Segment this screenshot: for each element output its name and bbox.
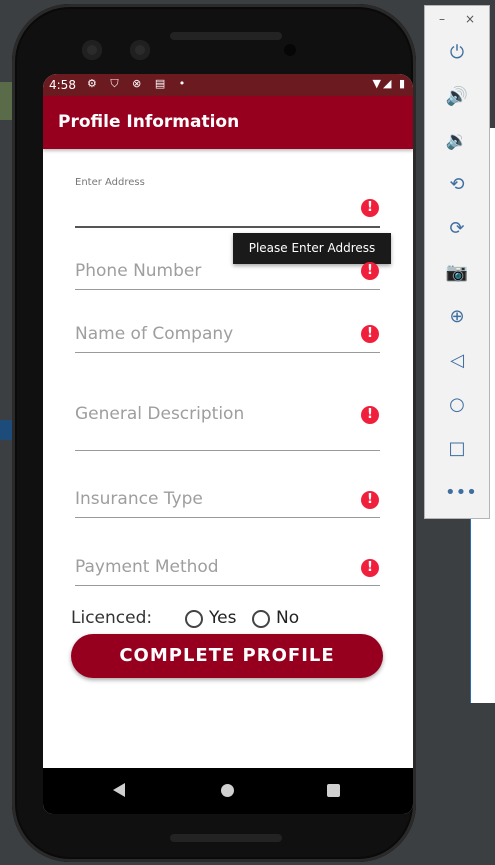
zoom-icon[interactable]: ⊕	[445, 305, 469, 329]
address-underline	[75, 226, 380, 228]
description-field[interactable]: General Description	[75, 404, 380, 452]
company-placeholder: Name of Company	[75, 324, 234, 344]
home-icon[interactable]: ○	[445, 393, 469, 417]
error-tooltip: Please Enter Address	[233, 233, 391, 264]
status-notification-icons: ⚙ ⛉ ⊗ ▤ •	[87, 77, 191, 90]
payment-underline	[75, 585, 380, 586]
radio-yes-label[interactable]: Yes	[209, 608, 236, 628]
company-field[interactable]: Name of Company	[75, 324, 380, 354]
insurance-underline	[75, 517, 380, 518]
bottom-speaker	[170, 834, 282, 842]
status-time: 4:58	[49, 78, 76, 92]
payment-field[interactable]: Payment Method	[75, 557, 380, 587]
rotate-right-icon[interactable]: ⟳	[445, 217, 469, 241]
payment-error-icon[interactable]: !	[361, 559, 379, 577]
phone-frame: 4:58 ⚙ ⛉ ⊗ ▤ • ▼◢ ▮ Profile Information …	[12, 4, 416, 862]
app-bar: Profile Information	[43, 96, 413, 149]
status-system-icons: ▼◢ ▮	[372, 77, 407, 90]
system-nav-bar	[43, 768, 413, 814]
front-camera	[284, 44, 296, 56]
status-bar: 4:58 ⚙ ⛉ ⊗ ▤ • ▼◢ ▮	[43, 74, 413, 96]
top-speaker	[170, 32, 282, 40]
insurance-error-icon[interactable]: !	[361, 491, 379, 509]
complete-profile-button[interactable]: COMPLETE PROFILE	[71, 634, 383, 678]
front-sensor	[130, 40, 150, 60]
radio-no[interactable]	[252, 610, 270, 628]
description-underline	[75, 450, 380, 451]
description-error-icon[interactable]: !	[361, 406, 379, 424]
rotate-left-icon[interactable]: ⟲	[445, 173, 469, 197]
device-screen: 4:58 ⚙ ⛉ ⊗ ▤ • ▼◢ ▮ Profile Information …	[43, 74, 413, 814]
insurance-placeholder: Insurance Type	[75, 489, 203, 509]
phone-placeholder: Phone Number	[75, 261, 202, 281]
back-icon[interactable]: ◁	[445, 349, 469, 373]
phone-field[interactable]: Phone Number	[75, 261, 380, 291]
address-error-icon[interactable]: !	[361, 199, 379, 217]
emulator-toolbar: – × ⏻ 🔊 🔉 ⟲ ⟳ 📷 ⊕ ◁ ○ □ •••	[424, 5, 490, 519]
page-title: Profile Information	[58, 112, 240, 132]
address-floating-label: Enter Address	[75, 177, 145, 188]
licenced-row: Licenced: Yes No	[71, 607, 391, 631]
phone-underline	[75, 289, 380, 290]
phone-error-icon[interactable]: !	[361, 262, 379, 280]
overview-icon[interactable]: □	[445, 437, 469, 461]
company-underline	[75, 352, 380, 353]
licenced-label: Licenced:	[71, 608, 153, 628]
nav-back-icon[interactable]	[113, 783, 125, 797]
minimize-button[interactable]: –	[439, 12, 445, 26]
radio-no-label[interactable]: No	[276, 608, 299, 628]
nav-home-icon[interactable]	[221, 784, 234, 797]
volume-down-icon[interactable]: 🔉	[445, 129, 469, 153]
address-field[interactable]: Enter Address	[75, 177, 380, 229]
company-error-icon[interactable]: !	[361, 325, 379, 343]
camera-icon[interactable]: 📷	[445, 261, 469, 285]
volume-up-icon[interactable]: 🔊	[445, 85, 469, 109]
power-icon[interactable]: ⏻	[445, 41, 469, 65]
ide-left-selection-strip	[0, 420, 12, 440]
ide-left-panel-strip	[0, 82, 12, 120]
payment-placeholder: Payment Method	[75, 557, 219, 577]
radio-yes[interactable]	[185, 610, 203, 628]
description-placeholder: General Description	[75, 404, 245, 424]
more-icon[interactable]: •••	[445, 481, 477, 505]
close-button[interactable]: ×	[465, 12, 475, 26]
front-sensor	[82, 40, 102, 60]
insurance-field[interactable]: Insurance Type	[75, 489, 380, 519]
nav-recents-icon[interactable]	[327, 784, 340, 797]
